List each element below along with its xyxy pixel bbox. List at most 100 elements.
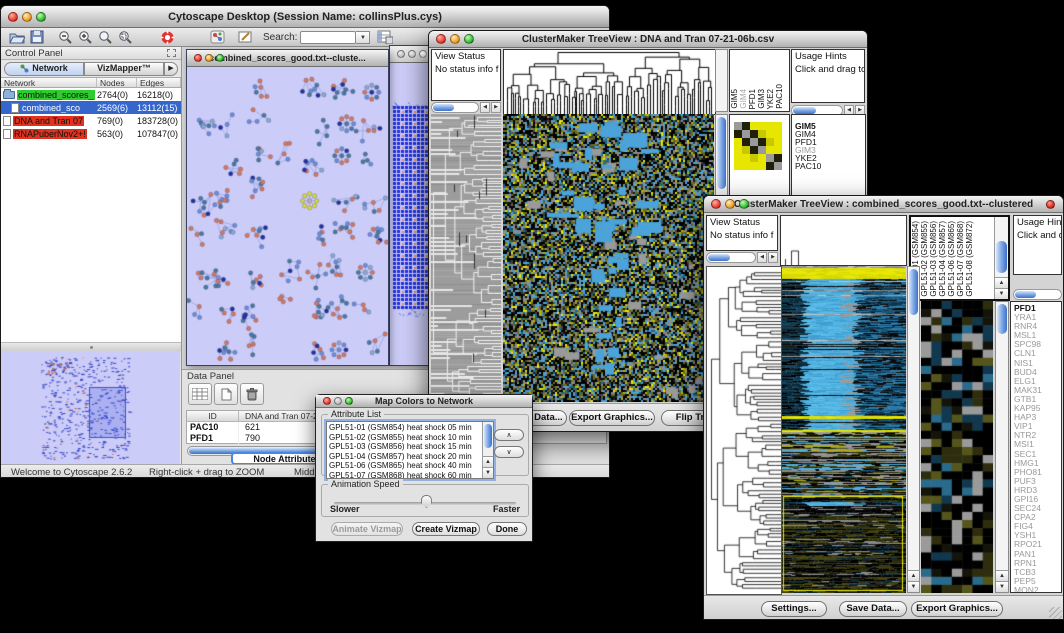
view-status-scrollbar[interactable]: ◀▶ (706, 252, 778, 263)
export-graphics-button[interactable]: Export Graphics... (911, 601, 1003, 617)
network-row[interactable]: combined_scores_ 2764(0) 16218(0) (1, 88, 181, 101)
minimize-button[interactable] (22, 12, 32, 22)
gene-label[interactable]: BUD4 (1014, 368, 1058, 377)
zoom-selected-icon[interactable] (115, 29, 135, 46)
gene-label[interactable]: HAP3 (1014, 413, 1058, 422)
zoom-fit-icon[interactable] (95, 29, 115, 46)
tab-network[interactable]: Network (4, 62, 84, 76)
save-icon[interactable] (27, 29, 47, 46)
gene-label[interactable]: MSL1 (1014, 331, 1058, 340)
move-down-button[interactable]: ∨ (494, 446, 524, 458)
gene-label[interactable]: YKE2 (795, 154, 862, 162)
main-heatmap[interactable] (503, 114, 714, 402)
network-overview-thumbnail[interactable] (1, 351, 180, 464)
minimize-button[interactable] (725, 199, 735, 209)
search-input[interactable] (300, 31, 356, 44)
gene-label[interactable]: KAP95 (1014, 404, 1058, 413)
attribute-item[interactable]: GPL51-03 (GSM856) heat shock 15 min (329, 442, 491, 452)
zoom-button[interactable] (419, 50, 427, 58)
main-titlebar[interactable]: Cytoscape Desktop (Session Name: collins… (1, 6, 609, 28)
attribute-select-button[interactable] (188, 383, 212, 405)
resize-grip[interactable] (1049, 607, 1062, 620)
gene-label[interactable]: PAC10 (795, 162, 862, 170)
panel-divider[interactable] (1, 343, 181, 351)
done-button[interactable]: Done (487, 522, 527, 536)
gene-label[interactable]: GIM3 (795, 146, 862, 154)
gene-label[interactable]: SEC1 (1014, 450, 1058, 459)
new-attribute-button[interactable] (214, 383, 238, 405)
create-vizmap-button[interactable]: Create Vizmap (412, 522, 480, 536)
close-button[interactable] (711, 199, 721, 209)
close-button[interactable] (323, 397, 331, 405)
attribute-list-scrollbar[interactable]: ▲▼ (482, 422, 493, 478)
gene-label[interactable]: GIM5 (795, 122, 862, 130)
gene-label[interactable]: NIS1 (1014, 359, 1058, 368)
gene-label[interactable]: PAN1 (1014, 550, 1058, 559)
annotation-icon[interactable] (235, 29, 255, 46)
gene-label[interactable]: PEP5 (1014, 577, 1058, 586)
more-tabs-button[interactable]: ▶ (164, 62, 178, 76)
gene-label[interactable]: SEC24 (1014, 504, 1058, 513)
gene-label[interactable]: MAK31 (1014, 386, 1058, 395)
minimize-button[interactable] (408, 50, 416, 58)
minimize-button[interactable] (205, 54, 213, 62)
main-heatmap[interactable] (782, 266, 906, 593)
gene-label[interactable]: PHO81 (1014, 468, 1058, 477)
dense-network-view[interactable] (390, 64, 431, 366)
save-data-button[interactable]: Save Data... (839, 601, 907, 617)
gene-label[interactable]: YSH1 (1014, 531, 1058, 540)
gene-label[interactable]: RNR4 (1014, 322, 1058, 331)
attribute-item[interactable]: GPL51-01 (GSM854) heat shock 05 min (329, 423, 491, 433)
gene-label[interactable]: MON2 (1014, 586, 1058, 593)
network-canvas[interactable] (187, 67, 388, 366)
open-icon[interactable] (7, 29, 27, 46)
close-button[interactable] (397, 50, 405, 58)
gene-label[interactable]: FIG4 (1014, 522, 1058, 531)
attribute-item[interactable]: GPL51-04 (GSM857) heat shock 20 min (329, 452, 491, 462)
gene-label[interactable]: GIM4 (795, 130, 862, 138)
gene-label[interactable]: PFD1 (1014, 304, 1058, 313)
gene-label[interactable]: YRA1 (1014, 313, 1058, 322)
gene-label[interactable]: PFD1 (795, 138, 862, 146)
close-button[interactable] (436, 34, 446, 44)
row-dendrogram[interactable] (431, 114, 501, 402)
view-status-scrollbar[interactable]: ◀▶ (431, 102, 501, 113)
zoom-button[interactable] (739, 199, 749, 209)
id-column-header[interactable]: ID (187, 411, 239, 421)
network-row[interactable]: combined_sco 2569(6) 13112(15) (1, 101, 181, 114)
zoom-button[interactable] (345, 397, 353, 405)
gene-label[interactable]: RPN1 (1014, 559, 1058, 568)
minimize-button[interactable] (450, 34, 460, 44)
gene-list-scrollbar[interactable]: ▲▼ (995, 301, 1009, 593)
network-row[interactable]: RNAPuberNov2+! 563(0) 107847(0) (1, 127, 181, 140)
gene-label[interactable]: SPC98 (1014, 340, 1058, 349)
gene-label[interactable]: CLN1 (1014, 349, 1058, 358)
gene-label[interactable]: GTB1 (1014, 395, 1058, 404)
gene-label[interactable]: PUF3 (1014, 477, 1058, 486)
attribute-item[interactable]: GPL51-07 (GSM868) heat shock 60 min (329, 471, 491, 479)
scroll-strip[interactable] (715, 49, 728, 112)
zoom-out-icon[interactable] (55, 29, 75, 46)
row-dendrogram[interactable] (706, 266, 782, 595)
zoom-button[interactable] (464, 34, 474, 44)
vizmapper-icon[interactable] (207, 29, 227, 46)
minimize-button[interactable] (334, 397, 342, 405)
float-panel-icon[interactable] (167, 49, 176, 57)
gene-label[interactable]: MSI1 (1014, 440, 1058, 449)
column-dendrogram[interactable] (503, 49, 716, 115)
gene-label[interactable]: NTR2 (1014, 431, 1058, 440)
move-up-button[interactable]: ∧ (494, 429, 524, 441)
help-icon[interactable] (157, 29, 177, 46)
close-button[interactable] (194, 54, 202, 62)
gene-label[interactable]: CPA2 (1014, 513, 1058, 522)
speed-slider-thumb[interactable] (421, 495, 432, 508)
network-row[interactable]: DNA and Tran 07 769(0) 183728(0) (1, 114, 181, 127)
gene-label[interactable]: HMG1 (1014, 459, 1058, 468)
gene-label[interactable]: ELG1 (1014, 377, 1058, 386)
attribute-item[interactable]: GPL51-06 (GSM865) heat shock 40 min (329, 461, 491, 471)
close-button[interactable] (8, 12, 18, 22)
delete-attribute-button[interactable] (240, 383, 264, 405)
animate-vizmap-button[interactable]: Animate Vizmap (331, 522, 403, 536)
gene-label[interactable]: VIP1 (1014, 422, 1058, 431)
tab-vizmapper[interactable]: VizMapper™ (84, 62, 164, 76)
